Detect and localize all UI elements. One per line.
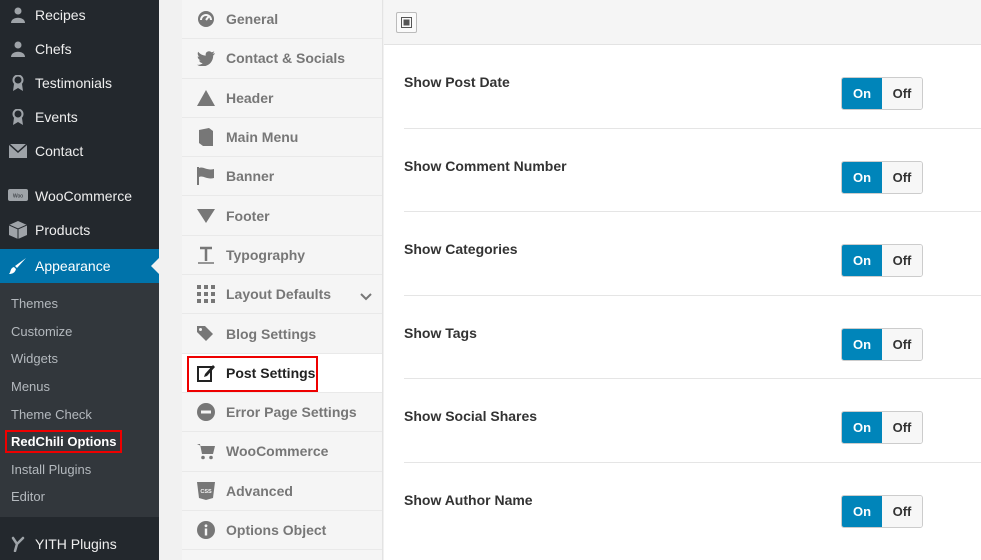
menu-appearance[interactable]: Appearance — [0, 249, 159, 283]
award-icon — [8, 107, 28, 127]
user-icon — [8, 5, 28, 25]
submenu-menus[interactable]: Menus — [0, 373, 159, 401]
off-button[interactable]: Off — [882, 412, 922, 444]
author-name-switch[interactable]: On Off — [841, 494, 923, 528]
menu-testimonials[interactable]: Testimonials — [0, 66, 159, 100]
setting-label: Show Social Shares — [404, 408, 538, 425]
grid-icon — [196, 284, 216, 304]
post-date-switch[interactable]: On Off — [841, 77, 923, 110]
submenu-redchili-options[interactable]: RedChili Options — [0, 428, 159, 456]
on-button[interactable]: On — [842, 161, 882, 193]
tags-switch[interactable]: On Off — [841, 327, 923, 361]
setting-row: Show Author Name On Off — [404, 463, 981, 547]
menu-recipes[interactable]: Recipes — [0, 0, 159, 32]
info-icon — [196, 520, 216, 540]
nav-advanced[interactable]: CSS Advanced — [182, 472, 382, 511]
panel-toolbar — [384, 0, 981, 45]
box-icon — [8, 220, 28, 240]
off-button[interactable]: Off — [882, 495, 922, 527]
on-button[interactable]: On — [842, 245, 882, 277]
nav-header[interactable]: Header — [182, 79, 382, 118]
nav-general[interactable]: General — [182, 0, 382, 40]
brush-icon — [8, 256, 28, 276]
menu-chefs[interactable]: Chefs — [0, 32, 159, 66]
off-button[interactable]: Off — [882, 78, 922, 109]
setting-label: Show Tags — [404, 324, 477, 341]
submenu-theme-check[interactable]: Theme Check — [0, 400, 159, 428]
cart-icon — [196, 441, 216, 461]
social-shares-switch[interactable]: On Off — [841, 411, 923, 445]
menu-woocommerce[interactable]: Woo WooCommerce — [0, 179, 159, 213]
svg-text:CSS: CSS — [200, 489, 212, 495]
nav-woocommerce[interactable]: WooCommerce — [182, 432, 382, 472]
chevron-down-icon[interactable] — [360, 288, 372, 304]
minus-circle-icon — [196, 402, 216, 422]
on-button[interactable]: On — [842, 328, 882, 360]
comment-number-switch[interactable]: On Off — [841, 160, 923, 194]
appearance-submenu: Themes Customize Widgets Menus Theme Che… — [0, 283, 159, 517]
css-icon: CSS — [196, 481, 216, 501]
svg-text:Woo: Woo — [13, 194, 23, 200]
nav-typography[interactable]: Typography — [182, 236, 382, 276]
nav-error-page-settings[interactable]: Error Page Settings — [182, 393, 382, 433]
twitter-icon — [196, 48, 216, 68]
nav-blog-settings[interactable]: Blog Settings — [182, 314, 382, 354]
user-icon — [8, 39, 28, 59]
menu-contact[interactable]: Contact — [0, 134, 159, 168]
setting-row: Show Tags On Off — [404, 296, 981, 380]
setting-row: Show Categories On Off — [404, 212, 981, 296]
nav-contact-socials[interactable]: Contact & Socials — [182, 39, 382, 79]
nav-main-menu[interactable]: Main Menu — [182, 118, 382, 158]
nav-footer[interactable]: Footer — [182, 196, 382, 236]
nav-post-settings[interactable]: Post Settings — [182, 353, 382, 393]
submenu-themes[interactable]: Themes — [0, 290, 159, 318]
yith-icon — [8, 534, 28, 554]
triangle-icon — [196, 88, 216, 108]
setting-label: Show Author Name — [404, 491, 533, 508]
setting-row: Show Social Shares On Off — [404, 379, 981, 463]
tags-icon — [196, 324, 216, 344]
submenu-editor[interactable]: Editor — [0, 483, 159, 511]
menu-yith-plugins[interactable]: YITH Plugins — [0, 527, 159, 560]
nav-banner[interactable]: Banner — [182, 157, 382, 197]
setting-row: Show Post Date On Off — [404, 45, 981, 129]
award-icon — [8, 73, 28, 93]
submenu-widgets[interactable]: Widgets — [0, 345, 159, 373]
options-nav: General Contact & Socials Header Main Me… — [182, 0, 383, 560]
off-button[interactable]: Off — [882, 161, 922, 193]
nav-options-object[interactable]: Options Object — [182, 511, 382, 551]
settings-panel: Show Post Date On Off Show Comment Numbe… — [384, 0, 981, 560]
menu-products[interactable]: Products — [0, 213, 159, 247]
categories-switch[interactable]: On Off — [841, 244, 923, 278]
on-button[interactable]: On — [842, 78, 882, 109]
off-button[interactable]: Off — [882, 245, 922, 277]
arrow-down-icon — [196, 206, 216, 226]
setting-label: Show Post Date — [404, 74, 510, 90]
dashboard-icon — [196, 9, 216, 29]
on-button[interactable]: On — [842, 412, 882, 444]
setting-label: Show Comment Number — [404, 157, 567, 174]
setting-label: Show Categories — [404, 241, 518, 258]
submenu-customize[interactable]: Customize — [0, 318, 159, 346]
wp-admin-sidebar: Recipes Chefs Testimonials Events Contac… — [0, 0, 159, 560]
layout-toggle-button[interactable] — [396, 12, 417, 33]
off-button[interactable]: Off — [882, 328, 922, 360]
on-button[interactable]: On — [842, 495, 882, 527]
book-icon — [196, 127, 216, 147]
submenu-install-plugins[interactable]: Install Plugins — [0, 456, 159, 484]
menu-events[interactable]: Events — [0, 100, 159, 134]
flag-icon — [196, 166, 216, 186]
nav-layout-defaults[interactable]: Layout Defaults — [182, 275, 382, 315]
text-icon — [196, 245, 216, 265]
woo-icon: Woo — [8, 186, 28, 206]
mail-icon — [8, 141, 28, 161]
setting-row: Show Comment Number On Off — [404, 129, 981, 213]
highlight-box — [187, 355, 318, 392]
